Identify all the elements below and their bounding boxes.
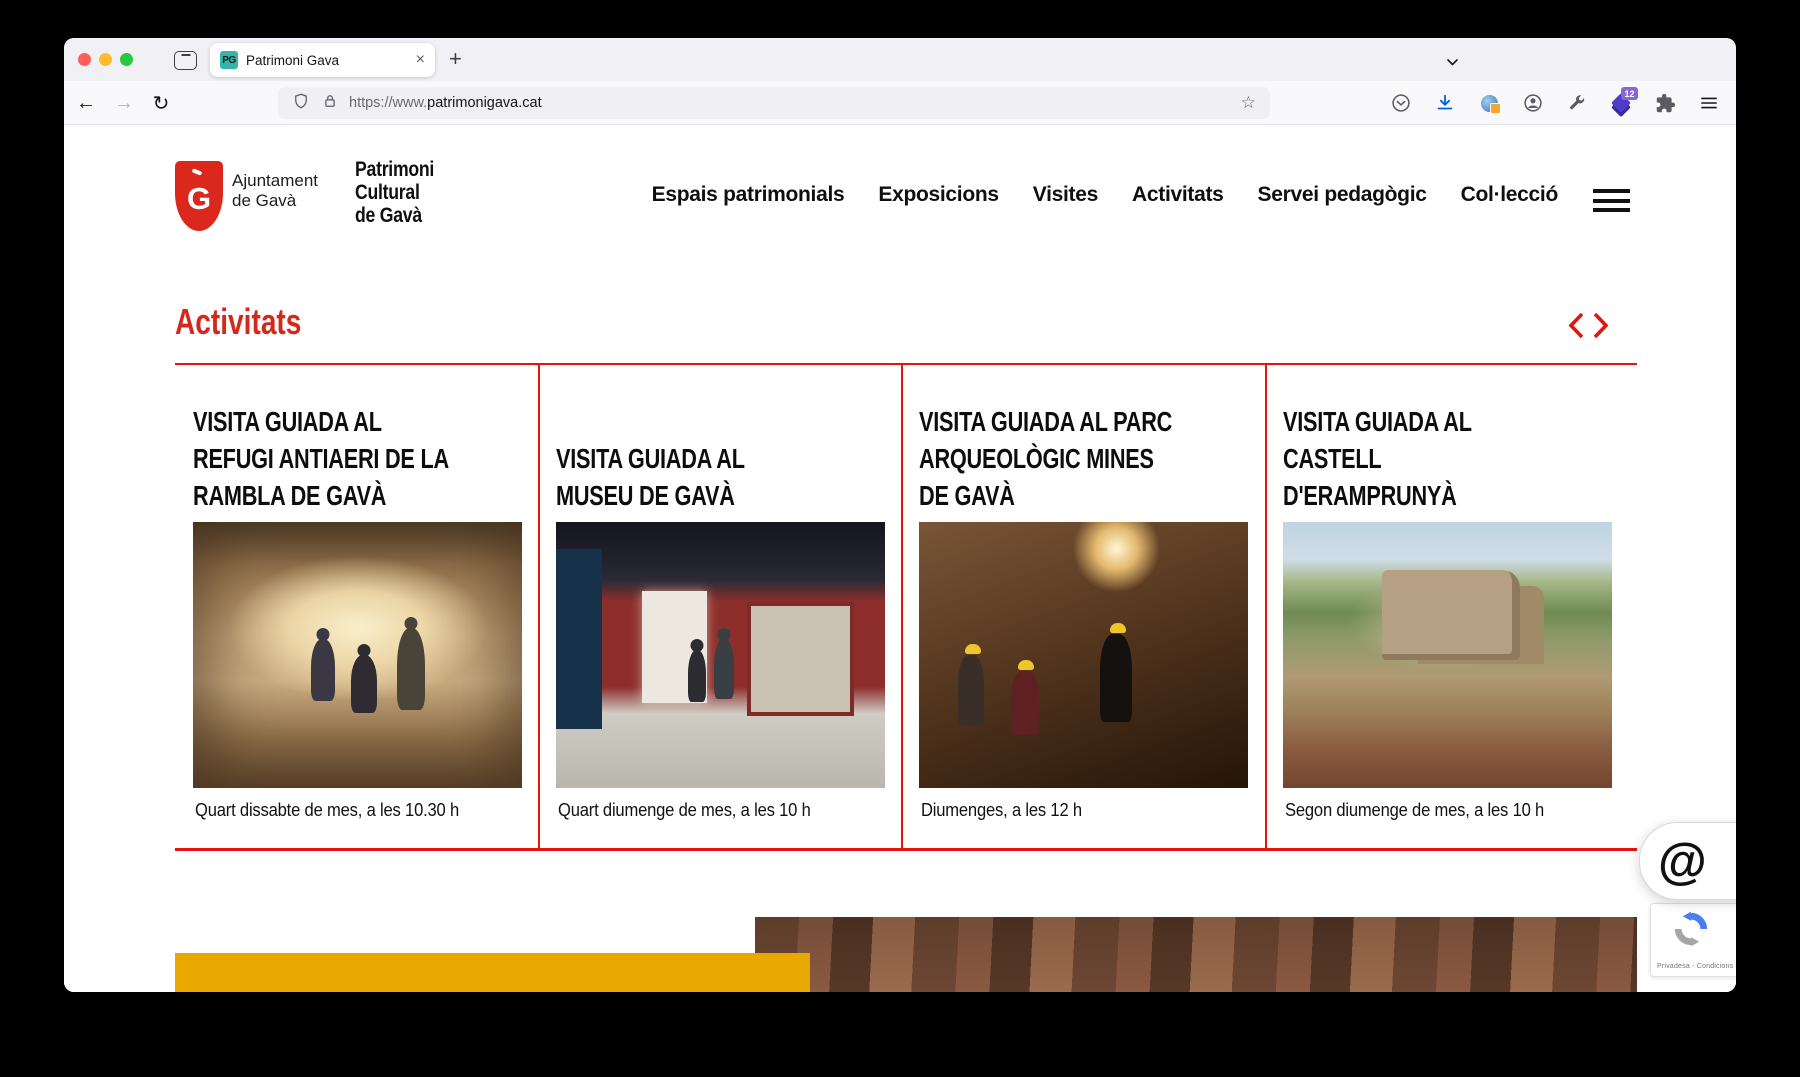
card-schedule: Diumenges, a les 12 h <box>921 800 1082 821</box>
activity-card-refugi[interactable]: VISITA GUIADA AL REFUGI ANTIAERI DE LA R… <box>175 363 538 863</box>
browser-tab[interactable]: PG Patrimoni Gava × <box>210 43 435 77</box>
new-tab-button[interactable]: + <box>449 46 462 72</box>
url-scheme: https://www. <box>349 95 427 111</box>
site-brand[interactable]: Patrimoni Cultural de Gavà <box>355 158 434 227</box>
at-icon: @ <box>1658 836 1707 886</box>
recaptcha-label: Privadesa - Condicions <box>1657 963 1733 970</box>
nav-servei-pedagogic[interactable]: Servei pedagògic <box>1258 183 1427 207</box>
close-window-button[interactable] <box>78 53 91 66</box>
nav-espais-patrimonials[interactable]: Espais patrimonials <box>652 183 845 207</box>
site-favicon: PG <box>220 51 238 69</box>
card-image-museu-interior <box>556 522 885 788</box>
extension-badge: 12 <box>1621 87 1638 100</box>
page-content: G Ajuntament de Gavà Patrimoni Cultural … <box>64 125 1736 992</box>
translate-extension-icon[interactable] <box>1476 90 1502 116</box>
downloads-icon[interactable] <box>1432 90 1458 116</box>
contact-fab-button[interactable]: @ <box>1639 822 1736 900</box>
url-text[interactable]: https://www.patrimonigava.cat <box>349 95 1241 111</box>
wappalyzer-extension-icon[interactable]: 12 <box>1608 90 1634 116</box>
back-button[interactable]: ← <box>73 90 99 116</box>
close-tab-icon[interactable]: × <box>416 52 425 68</box>
app-menu-icon[interactable] <box>1696 90 1722 116</box>
lock-icon[interactable] <box>321 92 339 115</box>
bookmark-star-icon[interactable]: ☆ <box>1241 93 1256 113</box>
browser-window: PG Patrimoni Gava × + ← → ↻ https://www.… <box>64 38 1736 992</box>
address-bar[interactable]: https://www.patrimonigava.cat ☆ <box>278 87 1270 119</box>
main-navigation: Espais patrimonials Exposicions Visites … <box>652 183 1558 207</box>
logo-letter: G <box>175 183 223 214</box>
card-title: VISITA GUIADA AL REFUGI ANTIAERI DE LA R… <box>193 404 450 515</box>
account-icon[interactable] <box>1520 90 1546 116</box>
url-domain: patrimonigava.cat <box>427 95 541 111</box>
card-title: VISITA GUIADA AL PARC ARQUEOLÒGIC MINES … <box>919 404 1176 515</box>
next-section-rock-image <box>755 917 1637 992</box>
site-menu-hamburger-icon[interactable] <box>1593 189 1630 218</box>
reload-button[interactable]: ↻ <box>148 90 174 116</box>
section-heading: Activitats <box>175 303 301 341</box>
extensions-puzzle-icon[interactable] <box>1652 90 1678 116</box>
minimize-window-button[interactable] <box>99 53 112 66</box>
pocket-icon[interactable] <box>1388 90 1414 116</box>
toolbar-extension-icons: 12 <box>1388 88 1722 118</box>
ajuntament-gava-logo[interactable]: G <box>175 161 223 231</box>
tab-title: Patrimoni Gava <box>246 53 410 68</box>
activity-card-castell[interactable]: VISITA GUIADA AL CASTELL D'ERAMPRUNYÀ Se… <box>1265 363 1628 863</box>
tracking-shield-icon[interactable] <box>292 92 310 115</box>
card-title: VISITA GUIADA AL MUSEU DE GAVÀ <box>556 441 813 515</box>
list-all-tabs-icon[interactable] <box>1446 54 1459 72</box>
grave-accent <box>192 168 203 175</box>
card-schedule: Segon diumenge de mes, a les 10 h <box>1285 800 1544 821</box>
org-name: Ajuntament de Gavà <box>232 171 318 211</box>
window-controls <box>78 53 133 66</box>
card-image-tunnel-refugi-antiaeri <box>193 522 522 788</box>
nav-colleccio[interactable]: Col·lecció <box>1461 183 1558 207</box>
activity-card-museu[interactable]: VISITA GUIADA AL MUSEU DE GAVÀ Quart diu… <box>538 363 901 863</box>
forward-button[interactable]: → <box>111 90 137 116</box>
activity-card-mines[interactable]: VISITA GUIADA AL PARC ARQUEOLÒGIC MINES … <box>901 363 1264 863</box>
nav-exposicions[interactable]: Exposicions <box>878 183 998 207</box>
nav-visites[interactable]: Visites <box>1033 183 1098 207</box>
wrench-extension-icon[interactable] <box>1564 90 1590 116</box>
recaptcha-badge[interactable]: Privadesa - Condicions <box>1650 903 1736 977</box>
zoom-window-button[interactable] <box>120 53 133 66</box>
carousel-next-icon[interactable] <box>1592 312 1609 344</box>
next-section-yellow-band <box>175 953 810 992</box>
card-image-mines-cave-visitors <box>919 522 1248 788</box>
nav-activitats[interactable]: Activitats <box>1132 183 1224 207</box>
carousel-prev-icon[interactable] <box>1568 312 1585 344</box>
tab-bar: PG Patrimoni Gava × + <box>64 38 1736 81</box>
card-schedule: Quart diumenge de mes, a les 10 h <box>558 800 811 821</box>
card-title: VISITA GUIADA AL CASTELL D'ERAMPRUNYÀ <box>1283 404 1540 515</box>
firefox-view-icon[interactable] <box>174 51 197 70</box>
recaptcha-logo-icon <box>1673 911 1709 952</box>
card-image-castell-ruins <box>1283 522 1612 788</box>
browser-toolbar: ← → ↻ https://www.patrimonigava.cat ☆ <box>64 81 1736 125</box>
card-schedule: Quart dissabte de mes, a les 10.30 h <box>195 800 459 821</box>
